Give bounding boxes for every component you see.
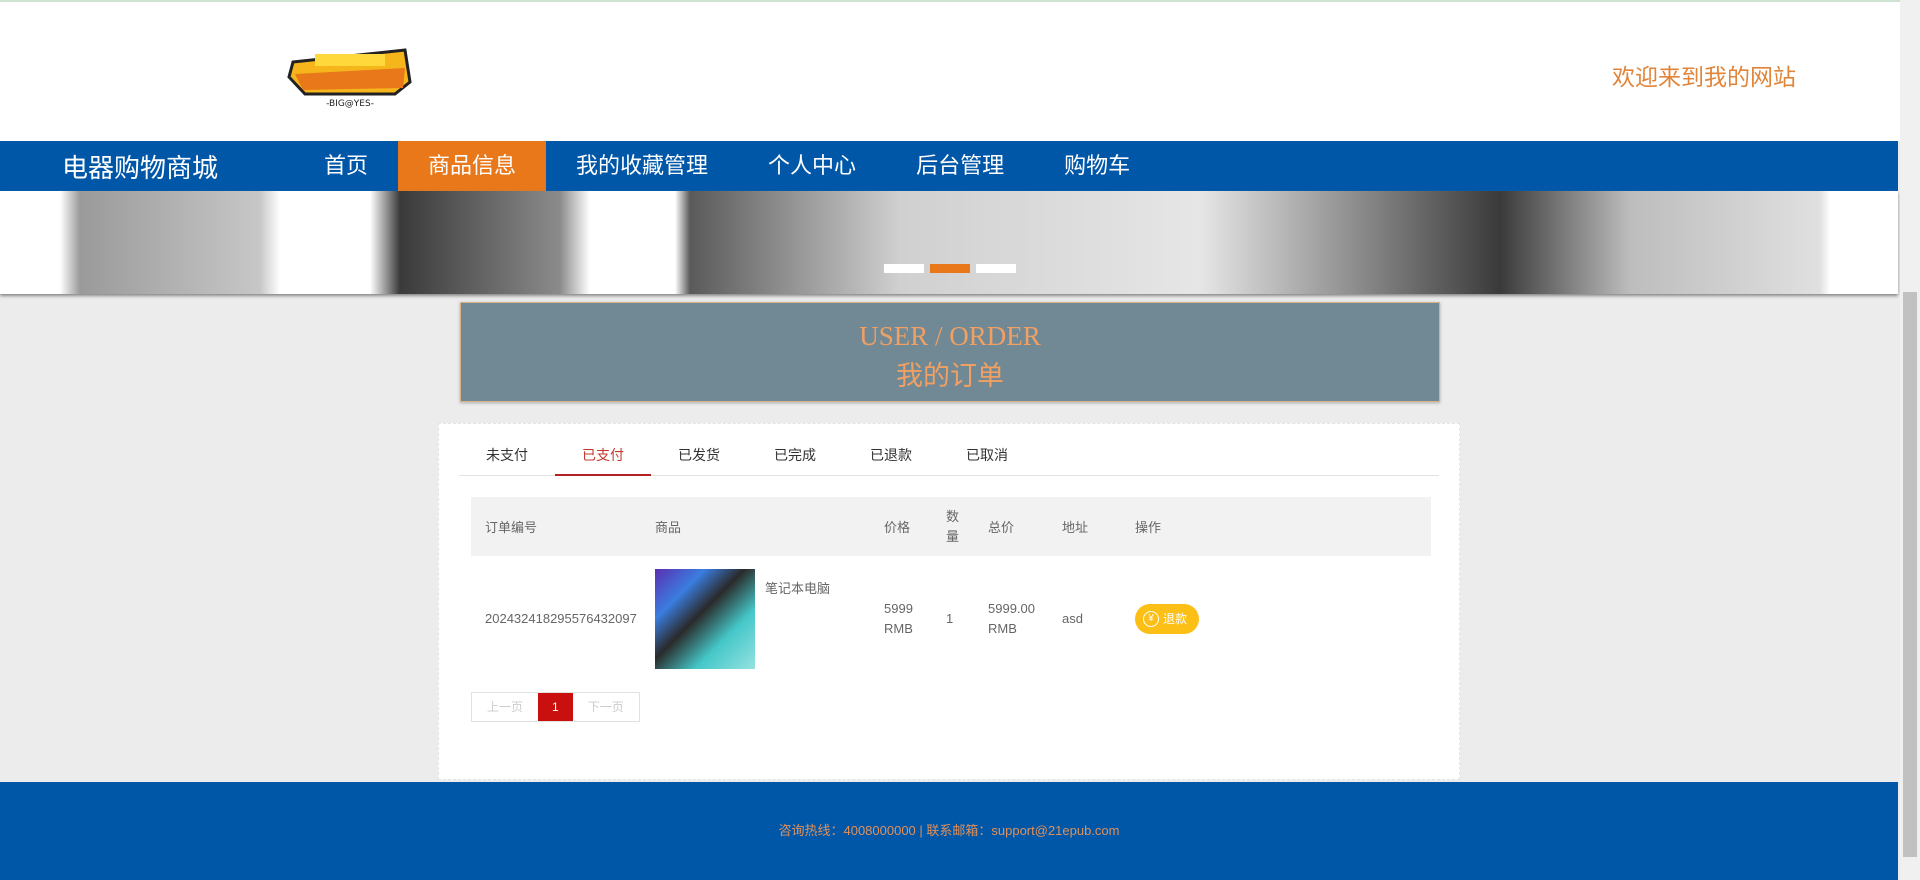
page-1-button[interactable]: 1 xyxy=(538,693,573,721)
product-name[interactable]: 笔记本电脑 xyxy=(765,579,830,599)
refund-label: 退款 xyxy=(1163,611,1188,626)
price: 5999 RMB xyxy=(884,600,913,636)
orders-panel: 未支付 已支付 已发货 已完成 已退款 已取消 订单编号 商品 价格 数量 总价… xyxy=(438,423,1460,780)
col-product: 商品 xyxy=(641,497,870,556)
tab-unpaid[interactable]: 未支付 xyxy=(459,424,555,476)
site-logo[interactable]: -BIG@YES- xyxy=(285,42,415,110)
col-action: 操作 xyxy=(1121,497,1431,556)
nav-profile[interactable]: 个人中心 xyxy=(738,141,886,191)
tab-paid[interactable]: 已支付 xyxy=(555,424,651,476)
scrollbar-thumb[interactable] xyxy=(1903,292,1917,857)
nav-admin[interactable]: 后台管理 xyxy=(886,141,1034,191)
page-title-box: USER / ORDER 我的订单 xyxy=(460,302,1440,402)
header: -BIG@YES- 欢迎来到我的网站 xyxy=(0,2,1900,141)
tab-shipped[interactable]: 已发货 xyxy=(651,424,747,476)
order-no: 202432418295576432097 xyxy=(485,610,637,626)
order-status-tabs: 未支付 已支付 已发货 已完成 已退款 已取消 xyxy=(459,424,1439,476)
col-address: 地址 xyxy=(1048,497,1121,556)
address: asd xyxy=(1062,610,1083,626)
total: 5999.00 RMB xyxy=(988,600,1035,636)
quantity: 1 xyxy=(946,610,954,626)
tab-completed[interactable]: 已完成 xyxy=(747,424,843,476)
col-qty: 数量 xyxy=(932,497,974,556)
next-page-button[interactable]: 下一页 xyxy=(573,693,639,721)
page-title-en: USER / ORDER xyxy=(859,321,1041,351)
col-order-no: 订单编号 xyxy=(471,497,641,556)
welcome-text: 欢迎来到我的网站 xyxy=(1612,64,1796,90)
pagination: 上一页 1 下一页 xyxy=(471,692,640,722)
carousel-dot[interactable] xyxy=(976,264,1016,273)
footer-contact: 咨询热线：4008000000 | 联系邮箱：support@21epub.co… xyxy=(778,823,1120,838)
nav-favorites[interactable]: 我的收藏管理 xyxy=(546,141,738,191)
nav-cart[interactable]: 购物车 xyxy=(1034,141,1160,191)
prev-page-button[interactable]: 上一页 xyxy=(472,693,538,721)
table-header: 订单编号 商品 价格 数量 总价 地址 操作 xyxy=(471,497,1431,556)
orders-table: 订单编号 商品 价格 数量 总价 地址 操作 20243241829557643… xyxy=(471,497,1431,681)
carousel-indicators xyxy=(884,264,1016,273)
product-image[interactable] xyxy=(655,568,755,669)
tab-cancelled[interactable]: 已取消 xyxy=(939,424,1035,476)
table-row: 202432418295576432097 笔记本电脑 5999 RMB 1 5… xyxy=(471,556,1431,681)
yen-icon: ¥ xyxy=(1143,610,1159,627)
tab-refunded[interactable]: 已退款 xyxy=(843,424,939,476)
site-brand[interactable]: 电器购物商城 xyxy=(62,148,294,185)
banner-carousel xyxy=(0,191,1898,294)
carousel-dot-active[interactable] xyxy=(930,264,970,273)
carousel-dot[interactable] xyxy=(884,264,924,273)
footer: 咨询热线：4008000000 | 联系邮箱：support@21epub.co… xyxy=(0,782,1898,880)
page-title-zh: 我的订单 xyxy=(896,361,1004,391)
nav-home[interactable]: 首页 xyxy=(294,141,398,191)
svg-text:-BIG@YES-: -BIG@YES- xyxy=(326,99,374,109)
col-price: 价格 xyxy=(870,497,932,556)
nav-products[interactable]: 商品信息 xyxy=(398,141,547,191)
refund-button[interactable]: ¥ 退款 xyxy=(1135,603,1200,634)
main-nav: 电器购物商城 首页 商品信息 我的收藏管理 个人中心 后台管理 购物车 xyxy=(0,141,1898,191)
col-total: 总价 xyxy=(974,497,1048,556)
